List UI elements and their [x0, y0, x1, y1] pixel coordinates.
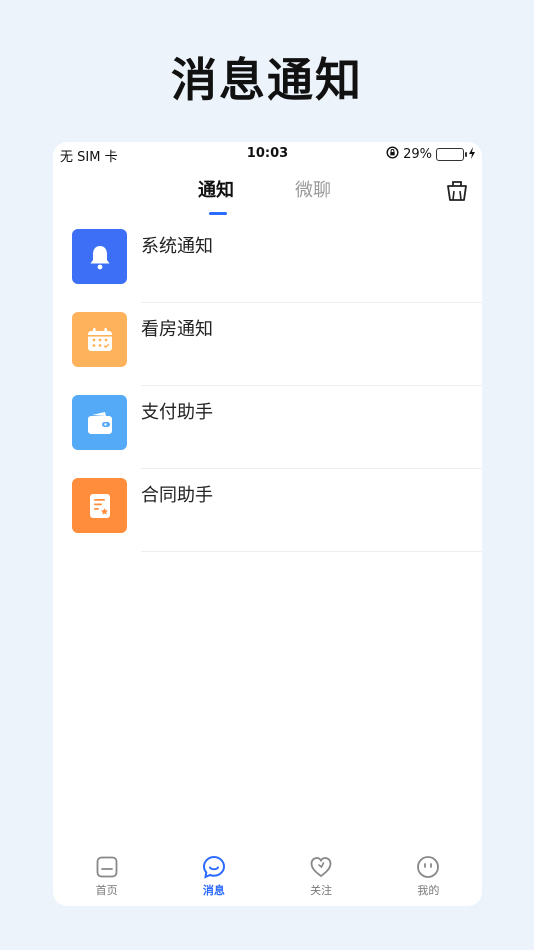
rotation-lock-icon	[386, 146, 399, 163]
broom-icon	[447, 181, 467, 201]
notification-list: 系统通知 看房通知 支付助手 合同助手	[53, 220, 482, 552]
status-bar: 无 SIM 卡 10:03 29%	[53, 142, 482, 166]
calendar-icon	[87, 327, 112, 351]
bell-icon	[90, 245, 109, 269]
battery-percent: 29%	[403, 147, 432, 162]
tab-notifications[interactable]: 通知	[198, 176, 234, 202]
list-item-viewing[interactable]: 看房通知	[53, 303, 482, 386]
divider	[141, 551, 482, 552]
message-icon	[202, 855, 225, 879]
notification-label: 系统通知	[141, 236, 213, 257]
profile-icon	[417, 856, 440, 878]
bottom-tab-bar: 首页 消息 关注 我的	[53, 848, 482, 906]
system-icon-box	[72, 229, 127, 284]
clear-messages-button[interactable]	[444, 178, 470, 204]
payment-icon-box	[72, 395, 127, 450]
tabbar-label: 消息	[202, 884, 225, 897]
viewing-icon-box	[72, 312, 127, 367]
tabbar-item-home[interactable]: 首页	[53, 848, 160, 906]
tabbar-label: 首页	[95, 884, 118, 897]
notification-label: 支付助手	[141, 402, 213, 423]
heart-icon	[310, 857, 332, 878]
top-tabs: 通知 微聊	[53, 176, 482, 220]
notification-label: 合同助手	[141, 485, 213, 506]
list-item-contract[interactable]: 合同助手	[53, 469, 482, 552]
status-right: 29%	[386, 146, 476, 163]
wallet-icon	[87, 411, 112, 434]
tabbar-label: 关注	[310, 884, 333, 897]
phone-screen: 无 SIM 卡 10:03 29% 通知 微聊 系统通知 看房通知 支付助手 合…	[53, 142, 482, 906]
tabbar-item-follow[interactable]: 关注	[268, 848, 375, 906]
home-icon	[96, 856, 118, 878]
contract-icon-box	[72, 478, 127, 533]
active-tab-indicator	[209, 212, 227, 215]
page-headline: 消息通知	[171, 53, 363, 107]
notification-label: 看房通知	[141, 319, 213, 340]
contract-icon	[89, 493, 110, 518]
tab-chat[interactable]: 微聊	[295, 176, 331, 202]
list-item-payment[interactable]: 支付助手	[53, 386, 482, 469]
charging-icon	[468, 146, 476, 163]
tabbar-label: 我的	[417, 884, 440, 897]
battery-icon	[436, 148, 467, 161]
tabbar-item-profile[interactable]: 我的	[375, 848, 482, 906]
list-item-system[interactable]: 系统通知	[53, 220, 482, 303]
tabbar-item-messages[interactable]: 消息	[160, 848, 267, 906]
